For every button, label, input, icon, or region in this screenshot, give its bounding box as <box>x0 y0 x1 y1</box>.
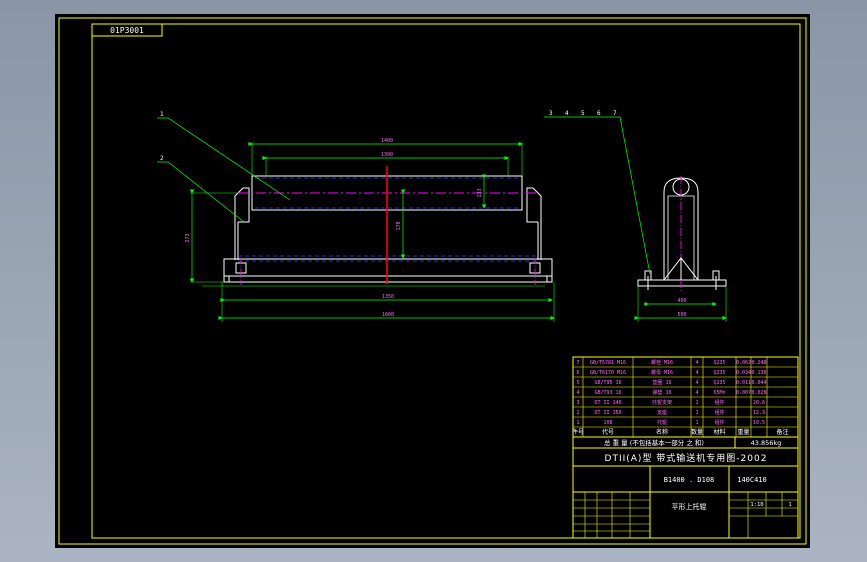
parts-cell-code: 108 <box>603 420 612 426</box>
parts-header-cell: 名称 <box>656 428 668 436</box>
callout-7: 7 <box>613 110 617 117</box>
dim-side-bottom-outer: 500 <box>677 312 686 318</box>
callout-3: 3 <box>549 110 553 117</box>
parts-cell-name: 螺栓 M16 <box>651 359 673 366</box>
parts-cell-wt: 0.062 <box>736 360 751 366</box>
callout-4: 4 <box>565 110 569 117</box>
parts-cell-code: GB/T6170 M16 <box>590 370 626 376</box>
parts-cell-qty: 4 <box>695 380 698 386</box>
dim-side-bottom-inner: 400 <box>677 298 686 304</box>
parts-cell-total: 10.5 <box>753 420 765 426</box>
parts-cell-total: 0.248 <box>751 360 766 366</box>
parts-cell-material: 组件 <box>714 409 724 416</box>
scale-value: 1:10 <box>750 502 763 508</box>
weight-summary-label: 总 重 量 (不包括基本一部分 之 和) <box>604 438 704 447</box>
parts-cell-no: 4 <box>576 390 579 396</box>
parts-cell-name: 垫圈 16 <box>652 379 671 386</box>
parts-cell-material: Q235 <box>713 380 725 386</box>
parts-cell-material: Q235 <box>713 360 725 366</box>
parts-cell-code: GB/T95 16 <box>594 380 621 386</box>
code-tag-text: 01P3001 <box>110 26 144 35</box>
callout-5: 5 <box>581 110 585 117</box>
series-title: DTII(A)型 带式输送机专用图-2002 <box>605 452 768 464</box>
dim-front-height: 273 <box>185 233 191 242</box>
drawing-viewport[interactable]: 01P3001 1400 1300 273 170 133 1350 1600 … <box>0 0 867 562</box>
parts-cell-total: 0.028 <box>751 390 766 396</box>
parts-cell-total: 0.044 <box>751 380 766 386</box>
parts-cell-name: 支座 <box>657 409 667 416</box>
parts-header-cell: 备注 <box>776 428 788 436</box>
drawing-number: B1400 . D108 <box>664 476 715 484</box>
callout-1: 1 <box>160 111 164 118</box>
parts-cell-code: GB/T5781 M16 <box>590 360 626 366</box>
parts-cell-qty: 1 <box>695 410 698 416</box>
parts-cell-no: 5 <box>576 380 579 386</box>
drawing-paper <box>55 14 810 548</box>
total-weight: 43.856kg <box>751 439 782 447</box>
parts-cell-qty: 1 <box>695 400 698 406</box>
parts-cell-total: 12.3 <box>753 410 765 416</box>
parts-cell-qty: 1 <box>695 420 698 426</box>
parts-cell-no: 1 <box>576 420 579 426</box>
parts-cell-total: 0.136 <box>751 370 766 376</box>
parts-cell-material: Q235 <box>713 370 725 376</box>
parts-cell-wt: 0.011 <box>736 380 751 386</box>
parts-header-cell: 材料 <box>713 428 725 436</box>
parts-header-cell: 代号 <box>602 428 614 436</box>
weight-summary: 总 重 量 (不包括基本一部分 之 和) 43.856kg <box>572 436 799 449</box>
parts-cell-name: 托辊 <box>657 419 667 426</box>
parts-cell-no: 6 <box>576 370 579 376</box>
dim-front-right-small: 133 <box>477 188 483 197</box>
dim-front-top-inner: 1300 <box>381 152 393 158</box>
parts-cell-code: DT II 150 <box>594 410 621 416</box>
parts-cell-code: GB/T93 16 <box>594 390 621 396</box>
parts-header-cell: 件号 <box>572 428 584 436</box>
cad-sheet: 01P3001 1400 1300 273 170 133 1350 1600 … <box>55 14 810 548</box>
parts-cell-name: 托辊支架 <box>652 399 672 406</box>
dim-front-mid: 170 <box>396 221 402 230</box>
callout-6: 6 <box>597 110 601 117</box>
sheet-number: 1 <box>788 502 791 508</box>
parts-cell-total: 20.6 <box>753 400 765 406</box>
parts-cell-material: 65Mn <box>713 390 725 396</box>
parts-cell-name: 弹垫 16 <box>652 389 671 396</box>
dim-front-bottom-outer: 1600 <box>382 312 394 318</box>
parts-cell-code: DT II 140 <box>594 400 621 406</box>
parts-cell-no: 3 <box>576 400 579 406</box>
parts-cell-qty: 4 <box>695 360 698 366</box>
parts-cell-qty: 4 <box>695 370 698 376</box>
parts-cell-no: 2 <box>576 410 579 416</box>
parts-cell-material: 组件 <box>714 419 724 426</box>
parts-cell-wt: 0.034 <box>736 370 751 376</box>
callout-2: 2 <box>160 155 164 162</box>
parts-header-cell: 数量 <box>691 428 703 436</box>
parts-cell-qty: 4 <box>695 390 698 396</box>
dim-front-top-outer: 1400 <box>381 138 393 144</box>
parts-header-cell: 重量 <box>737 428 749 436</box>
drawing-name: 平形上托辊 <box>672 502 707 511</box>
parts-cell-material: 组件 <box>714 399 724 406</box>
model-number: 140C410 <box>737 476 767 484</box>
parts-cell-name: 螺母 M16 <box>651 369 673 376</box>
parts-cell-no: 7 <box>576 360 579 366</box>
parts-cell-wt: 0.007 <box>736 390 751 396</box>
dim-front-bottom-inner: 1350 <box>382 294 394 300</box>
